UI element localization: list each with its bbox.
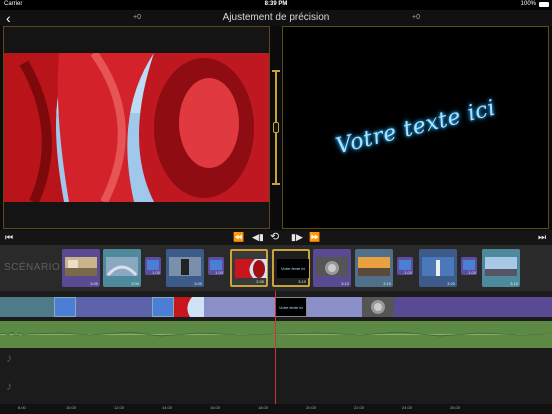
music-track-icon[interactable]: ♪ [6, 351, 12, 365]
transport-bar: ⏮ ⏪ ◀▮ ⟲ ▮▶ ⏩ ⏭ [0, 230, 552, 245]
transition-duration: 1.00 [404, 270, 412, 275]
outgoing-clip-viewer[interactable] [3, 26, 270, 229]
timeline-clip[interactable] [0, 297, 54, 317]
timeline-clip[interactable] [307, 297, 362, 317]
storyboard-clip[interactable]: 3.10 [355, 249, 393, 287]
step-forward-fast-icon[interactable]: ⏩ [309, 230, 320, 245]
transition-icon [399, 260, 411, 270]
clip-duration: 3.00 [447, 281, 455, 286]
go-to-start-icon[interactable]: ⏮ [5, 230, 13, 245]
title-clip-text: Votre texte ici [280, 266, 306, 271]
transition-duration: 1.00 [468, 270, 476, 275]
timeline-title-clip[interactable]: Votre texte ici [275, 297, 307, 317]
time-ruler[interactable]: 8.00 10.00 12.00 14.00 16.00 18.00 20.00… [0, 404, 552, 414]
video-track[interactable]: Votre texte ici [0, 297, 552, 317]
ruler-tick: 8.00 [18, 405, 26, 410]
ruler-tick: 18.00 [258, 405, 269, 410]
storyboard: SCÉNARIO 3.00 3.00 1.00 3.00 1.00 2.00 V… [0, 245, 552, 291]
clock: 8:39 PM [264, 1, 288, 7]
clip-duration: 3.00 [90, 281, 98, 286]
transition-duration: 1.00 [215, 270, 223, 275]
trim-slider-handle[interactable] [273, 122, 279, 133]
storyboard-clip[interactable]: 3.00 [62, 249, 100, 287]
ruler-tick: 16.00 [210, 405, 221, 410]
storyboard-title-clip-selected[interactable]: Votre texte ici 3.10 [272, 249, 310, 287]
clip-duration: 3.00 [194, 281, 202, 286]
storyboard-clip[interactable]: 3.10 [313, 249, 351, 287]
storyboard-clip[interactable]: 3.10 [482, 249, 520, 287]
clip-duration: 2.00 [256, 279, 264, 284]
trim-slider-bottom-cap [272, 183, 280, 185]
clip-thumbnail [358, 257, 390, 276]
timeline-title-text: Votre texte ici [278, 305, 304, 310]
timeline-thumbnail [174, 297, 204, 317]
storyboard-label: SCÉNARIO [4, 262, 61, 273]
audio-waveform [0, 321, 552, 348]
trim-slider-top-cap [272, 70, 280, 72]
battery-icon [539, 2, 549, 7]
clip-duration: 3.10 [341, 281, 349, 286]
clip-thumbnail [106, 257, 138, 276]
clip-frame-red-sculpture [4, 53, 269, 202]
timeline-clip-thumb[interactable] [174, 297, 204, 317]
clip-duration: 3.00 [131, 281, 139, 286]
trim-slider[interactable] [271, 70, 281, 185]
step-back-icon[interactable]: ◀▮ [252, 230, 264, 245]
timeline-clip-thumb[interactable] [362, 297, 394, 317]
ruler-tick: 26.00 [450, 405, 461, 410]
step-back-fast-icon[interactable]: ⏪ [233, 230, 244, 245]
timeline[interactable]: Votre texte ici ♪ ♪ 8.00 10.00 12.00 14.… [0, 291, 552, 414]
transition-icon [210, 260, 222, 270]
status-bar: Carrier 8:39 PM 100% [0, 0, 552, 10]
music-track-icon[interactable]: ♪ [6, 379, 12, 393]
ruler-tick: 20.00 [306, 405, 317, 410]
clip-thumbnail [485, 257, 517, 276]
clip-duration: 3.10 [383, 281, 391, 286]
page-title: Ajustement de précision [222, 12, 330, 23]
timeline-transition[interactable] [152, 297, 174, 317]
clip-duration: 3.10 [298, 279, 306, 284]
transition-icon [147, 260, 159, 270]
clip-thumbnail [65, 257, 97, 276]
storyboard-clip[interactable]: 3.00 [419, 249, 457, 287]
ruler-tick: 24.00 [402, 405, 413, 410]
storyboard-clip[interactable]: 3.00 [103, 249, 141, 287]
clip-thumbnail [316, 257, 348, 276]
storyboard-clip-selected[interactable]: 2.00 [230, 249, 268, 287]
storyboard-transition[interactable]: 1.00 [397, 257, 413, 275]
clip-thumbnail: Votre texte ici [277, 259, 309, 278]
step-forward-icon[interactable]: ▮▶ [291, 230, 303, 245]
transition-duration: 1.00 [152, 270, 160, 275]
battery-percent: 100% [520, 1, 536, 7]
timeline-clip[interactable] [394, 297, 552, 317]
timeline-clip[interactable] [204, 297, 275, 317]
storyboard-transition[interactable]: 1.00 [208, 257, 224, 275]
go-to-end-icon[interactable]: ⏭ [538, 230, 546, 245]
storyboard-transition[interactable]: 1.00 [145, 257, 161, 275]
ruler-tick: 12.00 [114, 405, 125, 410]
title-overlay-text: Votre texte ici [333, 95, 498, 160]
clip-duration: 3.10 [510, 281, 518, 286]
clip-thumbnail [235, 259, 267, 278]
storyboard-transition[interactable]: 1.00 [461, 257, 477, 275]
playhead[interactable] [275, 291, 276, 405]
clip-thumbnail [422, 257, 454, 276]
storyboard-clip[interactable]: 3.00 [166, 249, 204, 287]
timeline-transition[interactable] [54, 297, 76, 317]
incoming-clip-viewer[interactable]: Votre texte ici [282, 26, 549, 229]
timeline-thumbnail [362, 297, 394, 317]
loop-icon[interactable]: ⟲ [270, 230, 279, 245]
ruler-tick: 10.00 [66, 405, 77, 410]
clip-thumbnail [169, 257, 201, 276]
right-trim-offset: +0 [412, 14, 420, 21]
ruler-tick: 22.00 [354, 405, 365, 410]
timeline-clip[interactable] [76, 297, 152, 317]
audio-track[interactable] [0, 321, 552, 348]
transition-icon [463, 260, 475, 270]
navigation-bar: ‹ +0 Ajustement de précision +0 [0, 10, 552, 26]
ruler-tick: 14.00 [162, 405, 173, 410]
